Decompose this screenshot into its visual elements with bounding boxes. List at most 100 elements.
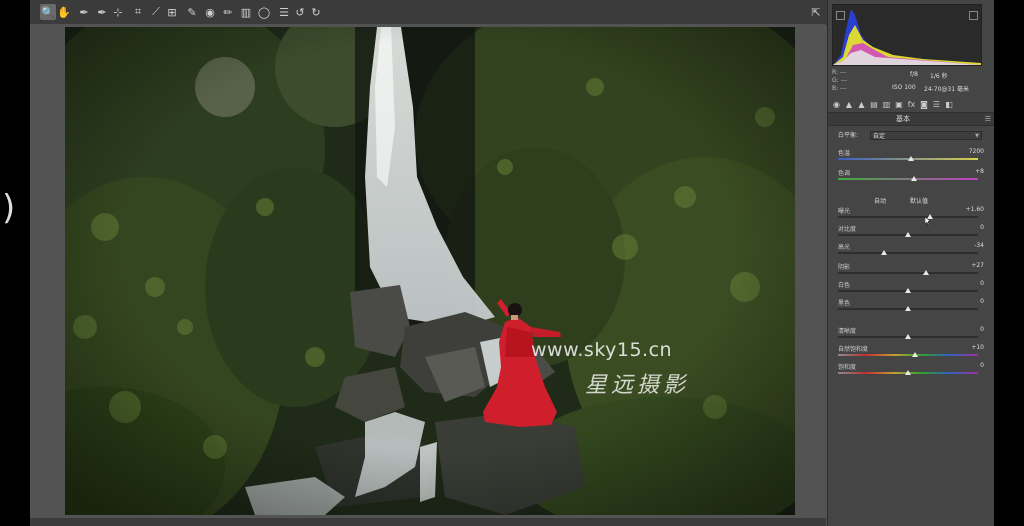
magnifier-icon: 🔍 bbox=[41, 5, 55, 19]
shutter-speed: 1/6 秒 bbox=[930, 73, 948, 80]
chevron-down-icon: ▼ bbox=[975, 133, 979, 139]
whites-label: 白色 bbox=[838, 282, 851, 289]
tint-value[interactable]: +8 bbox=[975, 168, 984, 175]
vibrance-track[interactable] bbox=[838, 354, 978, 356]
clarity-label: 清晰度 bbox=[838, 328, 857, 335]
lens-tab-icon[interactable]: ▣ bbox=[895, 100, 904, 109]
r-label: R: bbox=[832, 69, 839, 76]
section-menu-icon[interactable]: ☰ bbox=[985, 115, 991, 123]
default-button[interactable]: 默认值 bbox=[910, 196, 928, 205]
slider-saturation: 饱和度 0 bbox=[838, 362, 984, 380]
crop-icon: ⌗ bbox=[134, 5, 142, 18]
temperature-slider-thumb[interactable] bbox=[907, 156, 914, 161]
adjustments-panel: R: --- G: --- B: --- f/8 1/6 秒 ISO 100 2… bbox=[827, 0, 994, 526]
detail-tab-icon[interactable]: ▲ bbox=[857, 100, 866, 109]
slider-whites: 白色 0 bbox=[838, 280, 984, 298]
rotate-right-tool[interactable]: ↻ bbox=[308, 4, 324, 20]
white-balance-row: 白平衡: 自定 ▼ bbox=[838, 130, 986, 142]
vibrance-value[interactable]: +10 bbox=[971, 344, 984, 351]
split-toning-tab-icon[interactable]: ▥ bbox=[882, 100, 891, 109]
saturation-value[interactable]: 0 bbox=[980, 362, 984, 369]
hand-tool[interactable]: ✋ bbox=[56, 4, 72, 20]
graduated-filter-tool[interactable]: ▥ bbox=[238, 4, 254, 20]
blacks-value[interactable]: 0 bbox=[980, 298, 984, 305]
target-adjust-icon: ⊹ bbox=[113, 5, 123, 19]
transform-tool[interactable]: ⊞ bbox=[164, 4, 180, 20]
preview-canvas[interactable]: www.sky15.cn 星远摄影 bbox=[30, 24, 826, 518]
hsl-tab-icon[interactable]: ▤ bbox=[870, 100, 879, 109]
slider-highlights: 高光 -34 bbox=[838, 242, 984, 260]
calibration-tab-icon[interactable]: ◙ bbox=[920, 100, 929, 109]
exposure-track[interactable] bbox=[838, 216, 978, 218]
whites-slider-thumb[interactable] bbox=[905, 288, 911, 293]
status-bar bbox=[30, 518, 826, 526]
red-eye-tool[interactable]: ◉ bbox=[202, 4, 218, 20]
eyedropper-icon: ✒ bbox=[79, 5, 89, 19]
temperature-label: 色温 bbox=[838, 150, 851, 157]
brush-icon: ✏ bbox=[223, 5, 233, 19]
temperature-value[interactable]: 7200 bbox=[969, 148, 984, 155]
fullscreen-button[interactable]: ⇱ bbox=[808, 4, 824, 20]
targeted-adjustment-tool[interactable]: ⊹ bbox=[110, 4, 126, 20]
contrast-slider-thumb[interactable] bbox=[905, 232, 911, 237]
watermark-url: www.sky15.cn bbox=[531, 339, 673, 361]
panel-tabs: ◉ ▲ ▲ ▤ ▥ ▣ fx ◙ ☰ ◧ bbox=[828, 99, 994, 111]
slider-tint: 色调 +8 bbox=[838, 168, 984, 186]
rotate-left-tool[interactable]: ↺ bbox=[292, 4, 308, 20]
exposure-value[interactable]: +1.60 bbox=[966, 206, 984, 213]
slider-vibrance: 自然饱和度 +10 bbox=[838, 344, 984, 362]
color-sampler-tool[interactable]: ✒ bbox=[94, 4, 110, 20]
spot-removal-tool[interactable]: ✎ bbox=[184, 4, 200, 20]
tint-slider-thumb[interactable] bbox=[910, 176, 917, 181]
radial-filter-tool[interactable]: ◯ bbox=[256, 4, 272, 20]
watermark-signature: 星远摄影 bbox=[585, 373, 690, 398]
shadows-slider-thumb[interactable] bbox=[923, 270, 930, 275]
basic-tab-icon[interactable]: ◉ bbox=[832, 100, 841, 109]
zoom-tool[interactable]: 🔍 bbox=[40, 4, 56, 20]
vibrance-slider-thumb[interactable] bbox=[912, 352, 918, 357]
slider-blacks: 黑色 0 bbox=[838, 298, 984, 316]
tone-curve-tab-icon[interactable]: ▲ bbox=[845, 100, 854, 109]
snapshots-tab-icon[interactable]: ◧ bbox=[945, 100, 954, 109]
white-balance-value: 自定 bbox=[873, 133, 886, 140]
transform-icon: ⊞ bbox=[167, 5, 177, 19]
photo-preview[interactable]: www.sky15.cn 星远摄影 bbox=[65, 27, 795, 515]
crop-tool[interactable]: ⌗ bbox=[130, 4, 146, 20]
highlights-value[interactable]: -34 bbox=[974, 242, 984, 249]
whites-value[interactable]: 0 bbox=[980, 280, 984, 287]
clarity-value[interactable]: 0 bbox=[980, 326, 984, 333]
shadows-track[interactable] bbox=[838, 272, 978, 274]
straighten-tool[interactable]: ⟋ bbox=[148, 4, 164, 20]
hand-icon: ✋ bbox=[57, 5, 71, 19]
g-value: --- bbox=[840, 77, 848, 84]
highlights-slider-thumb[interactable] bbox=[881, 250, 888, 255]
highlight-clip-toggle[interactable] bbox=[969, 11, 978, 20]
highlights-track[interactable] bbox=[838, 252, 978, 254]
adjustment-brush-tool[interactable]: ✏ bbox=[220, 4, 236, 20]
preferences-icon: ☰ bbox=[279, 5, 289, 19]
auto-button[interactable]: 自动 bbox=[874, 196, 886, 205]
auto-default-row: 自动 默认值 bbox=[838, 196, 984, 206]
section-header: 基本 ☰ bbox=[828, 112, 994, 126]
clarity-slider-thumb[interactable] bbox=[905, 334, 911, 339]
slider-contrast: 对比度 0 bbox=[838, 224, 984, 242]
rgb-readout: R: --- G: --- B: --- f/8 1/6 秒 ISO 100 2… bbox=[832, 69, 988, 95]
tint-track[interactable] bbox=[838, 178, 978, 180]
color-sampler-icon: ✒ bbox=[97, 5, 107, 19]
effects-tab-icon[interactable]: fx bbox=[907, 100, 916, 109]
iso: ISO 100 bbox=[892, 84, 916, 91]
preferences-tool[interactable]: ☰ bbox=[276, 4, 292, 20]
saturation-slider-thumb[interactable] bbox=[905, 370, 911, 375]
shadows-label: 阴影 bbox=[838, 264, 851, 271]
white-balance-select[interactable]: 自定 ▼ bbox=[870, 131, 982, 140]
white-balance-tool[interactable]: ✒ bbox=[76, 4, 92, 20]
presets-tab-icon[interactable]: ☰ bbox=[932, 100, 941, 109]
slider-clarity: 清晰度 0 bbox=[838, 326, 984, 344]
shadow-clip-toggle[interactable] bbox=[836, 11, 845, 20]
rotate-right-icon: ↻ bbox=[311, 5, 321, 19]
blacks-slider-thumb[interactable] bbox=[905, 306, 911, 311]
spot-removal-icon: ✎ bbox=[187, 5, 197, 19]
contrast-value[interactable]: 0 bbox=[980, 224, 984, 231]
shadows-value[interactable]: +27 bbox=[971, 262, 984, 269]
slider-exposure: 曝光 +1.60 bbox=[838, 206, 984, 224]
